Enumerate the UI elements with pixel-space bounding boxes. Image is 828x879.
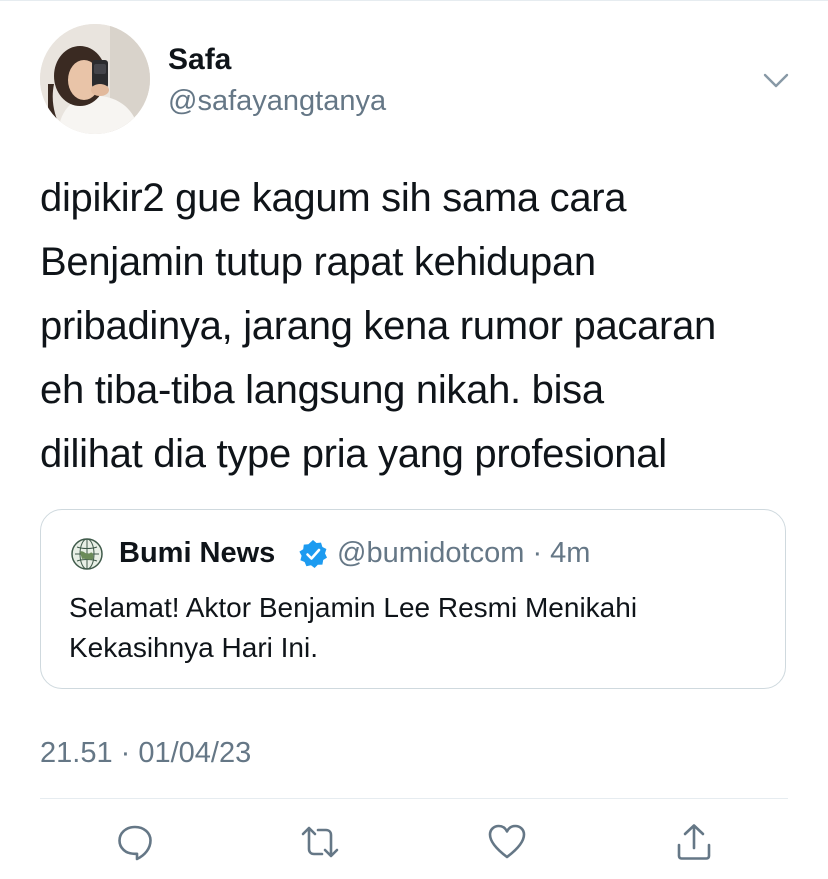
tweet-text-line: eh tiba-tiba langsung nikah. bisa — [40, 368, 604, 412]
speech-bubble-icon — [118, 825, 152, 861]
tweet-timestamp[interactable]: 21.51 · 01/04/23 — [40, 736, 251, 770]
quoted-tweet-card[interactable]: Bumi News @bumidotcom · 4m Selamat! Akto… — [40, 509, 786, 689]
action-divider — [40, 798, 788, 799]
author-display-name[interactable]: Safa — [168, 42, 231, 78]
quoted-text-line: Kekasihnya Hari Ini. — [69, 632, 319, 663]
retweet-arrows-icon — [301, 826, 339, 858]
share-button[interactable] — [673, 821, 715, 863]
quoted-tweet-text: Selamat! Aktor Benjamin Lee Resmi Menika… — [69, 588, 769, 668]
heart-icon — [488, 824, 526, 859]
globe-logo-icon — [67, 534, 107, 574]
author-avatar[interactable] — [40, 24, 150, 134]
like-button[interactable] — [486, 821, 528, 863]
quoted-text-line: Selamat! Aktor Benjamin Lee Resmi Menika… — [69, 592, 638, 623]
tweet-text-line: dilihat dia type pria yang profesional — [40, 432, 667, 476]
verified-badge-icon — [297, 538, 329, 570]
share-upload-icon — [677, 824, 711, 860]
reply-button[interactable] — [114, 821, 156, 863]
top-divider — [0, 0, 828, 1]
chevron-down-icon[interactable] — [756, 60, 796, 100]
quoted-author-handle-time[interactable]: @bumidotcom · 4m — [337, 536, 590, 570]
quoted-author-name[interactable]: Bumi News — [119, 536, 275, 570]
author-handle[interactable]: @safayangtanya — [168, 84, 386, 118]
tweet-text-line: dipikir2 gue kagum sih sama cara — [40, 176, 627, 220]
tweet-text-line: pribadinya, jarang kena rumor pacaran — [40, 304, 716, 348]
tweet-text: dipikir2 gue kagum sih sama cara Benjami… — [40, 166, 800, 486]
tweet-text-line: Benjamin tutup rapat kehidupan — [40, 240, 596, 284]
retweet-button[interactable] — [299, 821, 341, 863]
